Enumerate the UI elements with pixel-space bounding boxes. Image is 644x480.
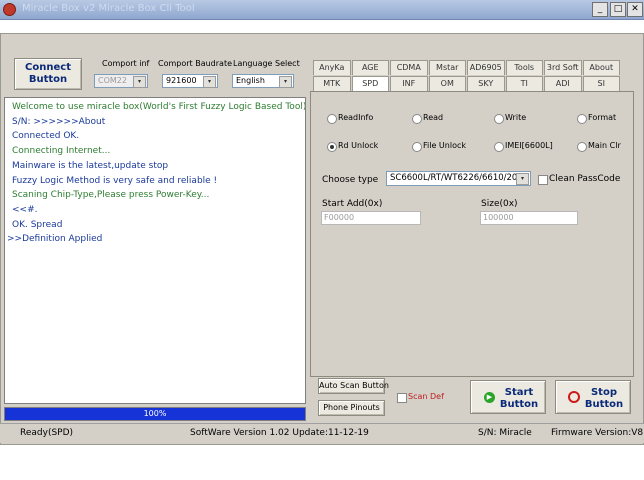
stop-button[interactable]: Stop Button: [555, 380, 631, 414]
tab-adi[interactable]: ADI: [544, 76, 582, 91]
baud-select[interactable]: 921600 ▾: [162, 74, 218, 88]
option-radio[interactable]: [577, 114, 587, 124]
tab-om[interactable]: OM: [428, 76, 466, 91]
log-line: >>Definition Applied: [7, 234, 103, 245]
option-radio[interactable]: [494, 114, 504, 124]
log-line: OK. Spread: [12, 219, 63, 230]
auto-scan-button[interactable]: Auto Scan Button: [318, 378, 389, 394]
log-line: Mainware is the latest,update stop: [12, 160, 169, 171]
status-bar: Ready(SPD) SoftWare Version 1.02 Update:…: [0, 423, 644, 443]
language-label: Language Select: [233, 59, 300, 68]
chevron-down-icon: ▾: [279, 76, 292, 88]
size-input[interactable]: 100000: [480, 211, 578, 225]
tab-si[interactable]: SI: [582, 76, 620, 91]
title-bar: Miracle Box v2 Miracle Box Cli Tool _ □ …: [0, 0, 644, 20]
clean-passcode-label: Clean PassCode: [549, 174, 621, 184]
connect-button[interactable]: Connect Button: [14, 58, 82, 90]
progress-bar: 100%: [4, 407, 306, 421]
option-radio[interactable]: [494, 142, 504, 152]
firmware-version: Firmware Version:V8.16: [551, 428, 644, 438]
option-radio[interactable]: [412, 114, 422, 124]
option-label: File Unlock: [423, 141, 467, 150]
option-label: Read: [423, 113, 444, 122]
clean-passcode-checkbox[interactable]: [538, 175, 548, 185]
option-label: ReadInfo: [338, 113, 374, 122]
chip-type-select[interactable]: SC6600L/RT/WT6226/6610/20 ▾: [386, 171, 531, 186]
comport-label: Comport inf: [102, 59, 150, 68]
log-line: Welcome to use miracle box(World's First…: [12, 102, 306, 112]
language-select[interactable]: English ▾: [232, 74, 294, 88]
log-output[interactable]: Welcome to use miracle box(World's First…: [4, 97, 306, 404]
tab-ad6905[interactable]: AD6905: [467, 60, 505, 75]
option-radio[interactable]: [577, 142, 587, 152]
tab-inf[interactable]: INF: [390, 76, 428, 91]
log-line: Connected OK.: [12, 131, 80, 142]
tab-anyka[interactable]: AnyKa: [313, 60, 351, 75]
option-radio[interactable]: [327, 142, 337, 152]
size-label: Size(0x): [481, 199, 518, 209]
log-line: Scaning Chip-Type,Please press Power-Key…: [12, 190, 210, 201]
serial-number: S/N: Miracle: [478, 428, 532, 438]
tab-age[interactable]: AGE: [351, 60, 389, 75]
tab-3rd-soft[interactable]: 3rd Soft: [544, 60, 582, 75]
baud-label: Comport Baudrate: [158, 59, 233, 68]
maximize-button[interactable]: □: [610, 2, 626, 17]
scan-def-label: Scan Def: [408, 392, 444, 401]
option-radio[interactable]: [412, 142, 422, 152]
minimize-button[interactable]: _: [592, 2, 608, 17]
tab-ti[interactable]: TI: [505, 76, 543, 91]
tab-mtk[interactable]: MTK: [313, 76, 351, 91]
start-button-label: Start Button: [499, 387, 539, 410]
tab-sky[interactable]: SKY: [467, 76, 505, 91]
log-line: Fuzzy Logic Method is very safe and reli…: [12, 175, 218, 186]
progress-text: 100%: [143, 409, 167, 418]
option-label: IMEI[6600L]: [505, 141, 553, 150]
stop-button-label: Stop Button: [584, 387, 624, 410]
option-label: Main Clr: [588, 141, 621, 150]
play-icon: ▶: [484, 392, 495, 403]
app-icon: [3, 3, 16, 16]
tab-spd[interactable]: SPD: [351, 76, 389, 91]
spd-panel: [310, 91, 634, 377]
option-label: Rd Unlock: [338, 141, 379, 150]
chevron-down-icon: ▾: [203, 76, 216, 88]
tab-cdma[interactable]: CDMA: [390, 60, 428, 75]
option-label: Write: [505, 113, 527, 122]
tab-tools[interactable]: Tools: [505, 60, 543, 75]
option-radio[interactable]: [327, 114, 337, 124]
comport-select[interactable]: COM22 ▾: [94, 74, 148, 88]
log-line: <<#.: [12, 204, 38, 215]
start-addr-label: Start Add(0x): [322, 199, 383, 209]
start-addr-input[interactable]: F00000: [321, 211, 421, 225]
scan-def-checkbox[interactable]: [397, 393, 407, 403]
tab-mstar[interactable]: Mstar: [428, 60, 466, 75]
log-line: S/N: >>>>>>About: [12, 116, 106, 127]
status-state: Ready(SPD): [20, 428, 74, 438]
close-button[interactable]: ✕: [627, 2, 643, 17]
window-title: Miracle Box v2 Miracle Box Cli Tool: [22, 3, 195, 14]
choose-type-label: Choose type: [322, 175, 379, 185]
chevron-down-icon: ▾: [133, 76, 146, 88]
software-version: SoftWare Version 1.02 Update:11-12-19: [190, 428, 369, 438]
start-button[interactable]: ▶ Start Button: [470, 380, 546, 414]
stop-icon: [568, 391, 580, 403]
phone-pinouts-button[interactable]: Phone Pinouts: [318, 400, 385, 416]
chevron-down-icon: ▾: [516, 173, 529, 185]
log-line: Connecting Internet...: [12, 146, 111, 157]
option-label: Format: [588, 113, 617, 122]
tab-about[interactable]: About: [582, 60, 620, 75]
